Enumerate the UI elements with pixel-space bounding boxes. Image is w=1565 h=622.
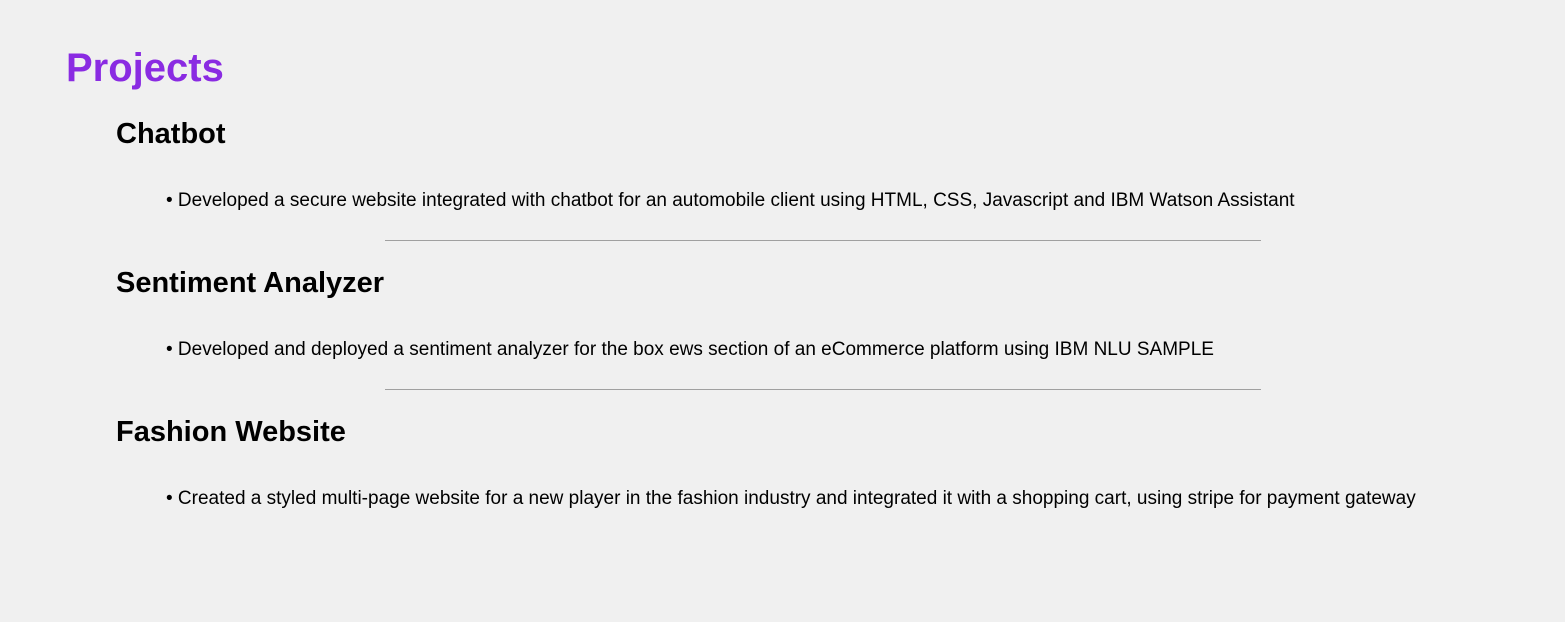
- project-title: Fashion Website: [116, 416, 346, 448]
- project-sentiment-analyzer: Sentiment Analyzer • Developed and deplo…: [116, 265, 1516, 360]
- project-title: Sentiment Analyzer: [116, 267, 385, 299]
- project-description: • Developed and deployed a sentiment ana…: [166, 339, 1214, 360]
- project-chatbot: Chatbot • Developed a secure website int…: [116, 116, 1516, 211]
- project-description: • Created a styled multi-page website fo…: [166, 488, 1416, 509]
- divider: [385, 240, 1261, 241]
- project-fashion-website: Fashion Website • Created a styled multi…: [116, 414, 1516, 509]
- divider: [385, 389, 1261, 390]
- project-title: Chatbot: [116, 118, 226, 150]
- project-description: • Developed a secure website integrated …: [166, 190, 1295, 211]
- page-title: Projects: [66, 46, 224, 90]
